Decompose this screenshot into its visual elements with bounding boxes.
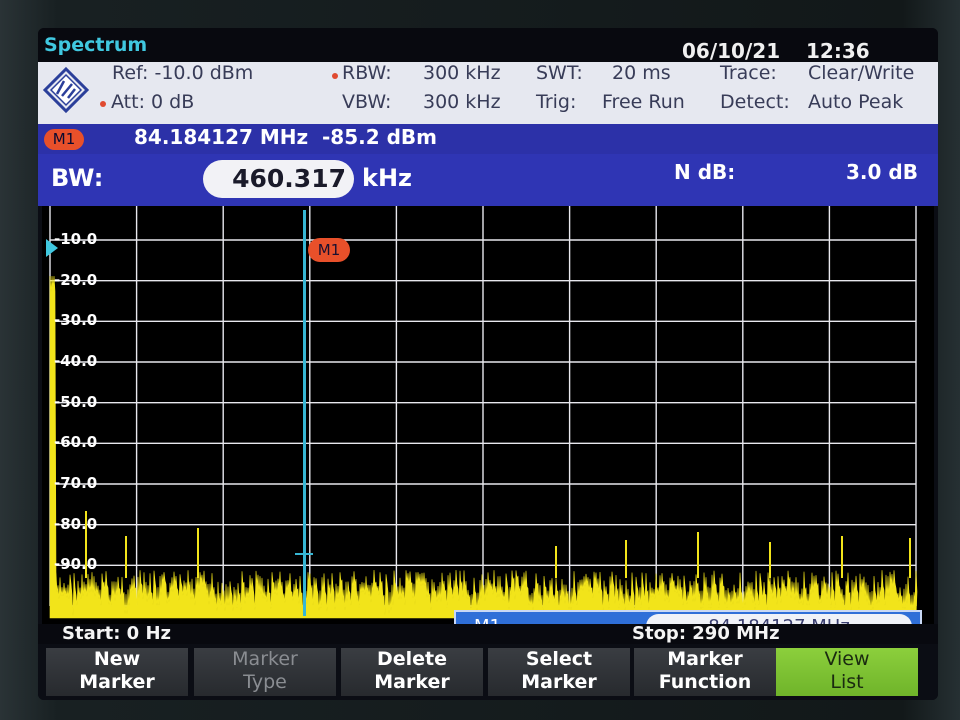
rbw-value[interactable]: 300 kHz xyxy=(423,62,501,84)
y-axis-label: -80.0 xyxy=(54,514,98,533)
y-axis-label: -20.0 xyxy=(54,270,98,289)
y-axis-label: -50.0 xyxy=(54,392,98,411)
y-axis-label: -70.0 xyxy=(54,474,98,492)
marker-tick xyxy=(295,553,313,555)
start-frequency[interactable]: Start: 0 Hz xyxy=(62,623,171,644)
analyzer-screen: Spectrum 06/10/21 12:36 Ref: -10.0 dBm A… xyxy=(38,28,938,700)
softkey-line2: Function xyxy=(658,671,752,693)
ndb-label: N dB: xyxy=(674,160,736,184)
rs-logo-icon xyxy=(42,66,90,114)
y-axis-label: -40.0 xyxy=(54,352,98,370)
softkey-line1: Marker xyxy=(232,648,298,670)
softkey-line1: Select xyxy=(525,648,593,670)
app-title: Spectrum xyxy=(44,34,148,56)
stop-frequency[interactable]: Stop: 290 MHz xyxy=(632,623,780,644)
softkey-line1: Delete xyxy=(376,648,448,670)
attenuation[interactable]: Att: 0 dB xyxy=(111,91,194,113)
ndb-value[interactable]: 3.0 dB xyxy=(846,160,918,184)
bw-value: 460.317 xyxy=(232,164,346,193)
softkey-line2: Marker xyxy=(374,671,450,693)
softkey-line2: Type xyxy=(243,671,287,693)
softkey-line1: Marker xyxy=(667,648,743,670)
new-marker-button[interactable]: New Marker xyxy=(46,648,188,696)
date-display: 06/10/21 xyxy=(682,39,781,63)
rbw-indicator-dot xyxy=(332,73,338,79)
detect-label: Detect: xyxy=(720,91,790,113)
select-marker-button[interactable]: Select Marker xyxy=(488,648,630,696)
bandwidth-readout: BW: 460.317 kHz N dB: 3.0 dB xyxy=(38,154,938,206)
marker-type-button[interactable]: Marker Type xyxy=(194,648,336,696)
time-display: 12:36 xyxy=(806,39,870,63)
title-bar: Spectrum 06/10/21 12:36 xyxy=(38,28,938,63)
settings-panel: Ref: -10.0 dBm Att: 0 dB RBW: 300 kHz VB… xyxy=(38,62,938,124)
bw-value-field[interactable]: 460.317 xyxy=(203,160,354,198)
vbw-value[interactable]: 300 kHz xyxy=(423,91,501,113)
swt-label: SWT: xyxy=(536,62,583,84)
spectrum-trace xyxy=(49,275,918,619)
view-list-button[interactable]: View List xyxy=(776,648,918,696)
swt-value[interactable]: 20 ms xyxy=(612,62,671,84)
delete-marker-button[interactable]: Delete Marker xyxy=(341,648,483,696)
marker-plot-badge[interactable]: M1 xyxy=(308,238,350,262)
noise-floor xyxy=(49,275,918,619)
trace-label: Trace: xyxy=(720,62,777,84)
spectrum-plot[interactable]: -10.0 -20.0 -30.0 -40.0 -50.0 -60.0 -70.0 -80.0… xyxy=(42,206,934,644)
frequency-axis: Start: 0 Hz Stop: 290 MHz xyxy=(38,623,938,644)
trig-value[interactable]: Free Run xyxy=(602,91,685,113)
bw-label: BW: xyxy=(51,164,104,192)
y-axis-label: -90.0 xyxy=(54,555,98,574)
softkey-line2: Marker xyxy=(79,671,155,693)
softkey-bar: New Marker Marker Type Delete Marker Sel… xyxy=(38,648,938,700)
softkey-line1: New xyxy=(93,648,141,670)
trig-label: Trig: xyxy=(536,91,577,113)
y-axis-label: -10.0 xyxy=(54,230,98,248)
softkey-line1: View xyxy=(824,648,870,670)
vbw-label: VBW: xyxy=(342,91,392,113)
marker-badge[interactable]: M1 xyxy=(44,129,84,150)
ref-level[interactable]: Ref: -10.0 dBm xyxy=(112,62,253,84)
instrument-bezel: Spectrum 06/10/21 12:36 Ref: -10.0 dBm A… xyxy=(0,0,960,720)
y-axis-label: -60.0 xyxy=(54,433,98,452)
softkey-line2: List xyxy=(830,671,864,693)
rbw-label: RBW: xyxy=(342,62,392,84)
detect-value[interactable]: Auto Peak xyxy=(808,91,903,113)
marker-line[interactable] xyxy=(303,210,306,616)
marker-level: -85.2 dBm xyxy=(322,125,438,149)
ref-level-arrow-icon xyxy=(46,239,58,257)
marker-function-button[interactable]: Marker Function xyxy=(634,648,776,696)
trace-value[interactable]: Clear/Write xyxy=(808,62,914,84)
softkey-line2: Marker xyxy=(521,671,597,693)
bw-unit: kHz xyxy=(362,164,413,192)
marker-frequency: 84.184127 MHz xyxy=(134,125,309,149)
att-indicator-dot xyxy=(100,101,106,107)
marker-info-bar: M1 84.184127 MHz -85.2 dBm xyxy=(38,124,938,154)
y-axis-label: -30.0 xyxy=(54,311,98,330)
